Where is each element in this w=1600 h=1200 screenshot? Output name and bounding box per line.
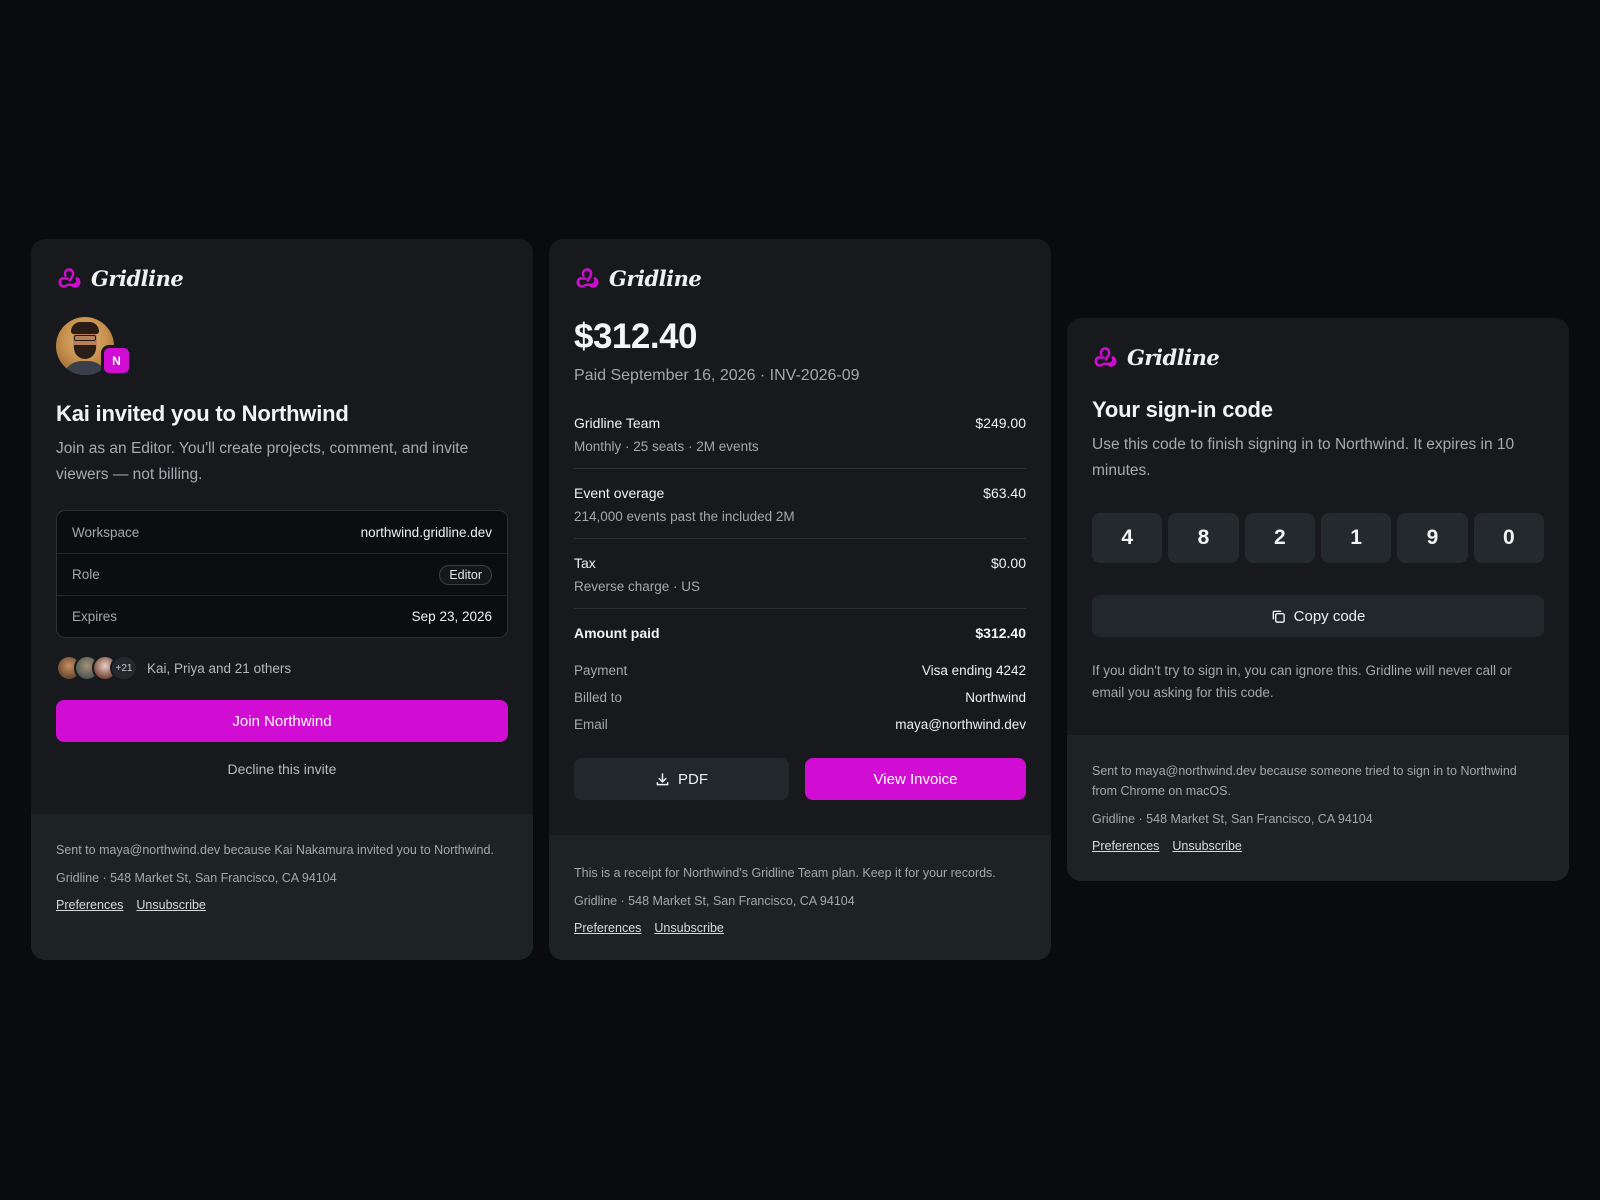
inviter-avatar-group: N — [56, 317, 136, 381]
code-digits: 4 8 2 1 9 0 — [1092, 513, 1544, 563]
security-notice: If you didn't try to sign in, you can ig… — [1092, 663, 1512, 700]
payment-meta: Payment Visa ending 4242 Billed to North… — [574, 663, 1026, 744]
total-row: Amount paid $312.40 — [574, 609, 1026, 641]
line-item-name: Event overage — [574, 485, 665, 501]
download-icon — [656, 772, 669, 785]
download-pdf-label: PDF — [678, 770, 708, 788]
detail-value: Sep 23, 2026 — [411, 609, 492, 624]
members-more-count: +21 — [110, 655, 138, 681]
unsubscribe-link[interactable]: Unsubscribe — [654, 918, 723, 938]
brand-name: Gridline — [609, 265, 702, 291]
gridline-logo-icon — [576, 268, 599, 288]
gridline-logo-icon — [1094, 347, 1117, 367]
decline-invite-link[interactable]: Decline this invite — [56, 761, 508, 777]
line-item-amount: $63.40 — [983, 485, 1026, 501]
copy-code-button[interactable]: Copy code — [1092, 595, 1544, 637]
preferences-link[interactable]: Preferences — [574, 918, 641, 938]
view-invoice-button[interactable]: View Invoice — [805, 758, 1026, 800]
total-value: $312.40 — [975, 625, 1026, 641]
meta-value: Visa ending 4242 — [921, 663, 1026, 678]
line-item: Tax $0.00 Reverse charge · US — [574, 539, 1026, 609]
detail-label: Workspace — [72, 524, 140, 540]
receipt-amount: $312.40 — [574, 317, 698, 356]
detail-row-role: Role Editor — [57, 553, 507, 595]
copy-code-label: Copy code — [1293, 607, 1366, 625]
member-avatar-stack: +21 — [56, 655, 138, 681]
invite-details-table: Workspace northwind.gridline.dev Role Ed… — [56, 510, 508, 638]
footer-links: Preferences Unsubscribe — [574, 918, 1026, 938]
receipt-email-card: Gridline $312.40 Paid September 16, 2026… — [549, 239, 1051, 960]
footer-reason: Sent to maya@northwind.dev because someo… — [1092, 764, 1517, 798]
footer-address: Gridline · 548 Market St, San Francisco,… — [574, 894, 855, 908]
detail-row-workspace: Workspace northwind.gridline.dev — [57, 511, 507, 553]
invite-email-card: Gridline N Kai invited you to Northwind … — [31, 239, 533, 960]
meta-value: Northwind — [965, 690, 1026, 705]
members-preview: +21 Kai, Priya and 21 others — [56, 654, 508, 682]
meta-label: Payment — [574, 663, 628, 678]
join-button[interactable]: Join Northwind — [56, 700, 508, 742]
code-digit: 1 — [1320, 513, 1392, 563]
detail-row-expires: Expires Sep 23, 2026 — [57, 595, 507, 637]
line-item-name: Tax — [574, 555, 596, 571]
detail-label: Role — [72, 567, 100, 582]
paid-date-invoice: Paid September 16, 2026 · INV-2026-09 — [574, 367, 860, 384]
preferences-link[interactable]: Preferences — [1092, 836, 1159, 856]
download-pdf-button[interactable]: PDF — [574, 758, 789, 800]
receipt-actions: PDF View Invoice — [574, 758, 1026, 800]
unsubscribe-link[interactable]: Unsubscribe — [1172, 836, 1241, 856]
line-item-detail: 214,000 events past the included 2M — [574, 509, 795, 524]
brand-header: Gridline — [56, 263, 508, 293]
copy-icon — [1272, 610, 1285, 623]
code-digit: 9 — [1397, 513, 1468, 563]
code-description: Use this code to finish signing in to No… — [1092, 436, 1515, 479]
footer-reason: Sent to maya@northwind.dev because Kai N… — [56, 843, 494, 857]
role-badge: Editor — [439, 564, 492, 585]
footer-links: Preferences Unsubscribe — [1092, 836, 1544, 856]
line-item-amount: $249.00 — [975, 415, 1026, 431]
code-digit: 0 — [1473, 513, 1544, 563]
code-digit: 8 — [1168, 513, 1239, 563]
unsubscribe-link[interactable]: Unsubscribe — [136, 895, 205, 915]
footer-reason: This is a receipt for Northwind's Gridli… — [574, 866, 996, 880]
code-digit: 4 — [1092, 513, 1163, 563]
line-items: Gridline Team $249.00 Monthly · 25 seats… — [574, 399, 1026, 641]
footer-links: Preferences Unsubscribe — [56, 895, 508, 915]
invite-title: Kai invited you to Northwind — [56, 401, 349, 426]
workspace-badge: N — [101, 345, 132, 376]
footer-address: Gridline · 548 Market St, San Francisco,… — [1092, 812, 1373, 826]
members-label: Kai, Priya and 21 others — [147, 660, 292, 676]
gridline-logo-icon — [58, 268, 81, 288]
meta-label: Billed to — [574, 690, 623, 705]
detail-value: northwind.gridline.dev — [360, 524, 492, 540]
line-item-detail: Reverse charge · US — [574, 579, 701, 594]
meta-row-billed-to: Billed to Northwind — [574, 690, 1026, 717]
line-item-detail: Monthly · 25 seats · 2M events — [574, 439, 759, 454]
code-digit: 2 — [1244, 513, 1315, 563]
detail-label: Expires — [72, 609, 118, 624]
preferences-link[interactable]: Preferences — [56, 895, 123, 915]
line-item-name: Gridline Team — [574, 415, 661, 431]
line-item: Gridline Team $249.00 Monthly · 25 seats… — [574, 399, 1026, 469]
meta-row-payment: Payment Visa ending 4242 — [574, 663, 1026, 690]
signin-code-email-card: Gridline Your sign-in code Use this code… — [1067, 318, 1569, 881]
email-footer: Sent to maya@northwind.dev because someo… — [1067, 735, 1569, 881]
line-item-amount: $0.00 — [990, 555, 1026, 571]
meta-value: maya@northwind.dev — [895, 717, 1026, 732]
footer-address: Gridline · 548 Market St, San Francisco,… — [56, 871, 337, 885]
brand-header: Gridline — [1092, 342, 1544, 372]
invite-description: Join as an Editor. You'll create project… — [56, 440, 469, 483]
code-title: Your sign-in code — [1092, 397, 1273, 422]
brand-name: Gridline — [1127, 344, 1220, 370]
meta-label: Email — [574, 717, 608, 732]
total-label: Amount paid — [574, 625, 660, 641]
meta-row-email: Email maya@northwind.dev — [574, 717, 1026, 744]
email-footer: Sent to maya@northwind.dev because Kai N… — [31, 814, 533, 960]
brand-header: Gridline — [574, 263, 1026, 293]
brand-name: Gridline — [91, 265, 184, 291]
line-item: Event overage $63.40 214,000 events past… — [574, 469, 1026, 539]
email-footer: This is a receipt for Northwind's Gridli… — [549, 835, 1051, 960]
